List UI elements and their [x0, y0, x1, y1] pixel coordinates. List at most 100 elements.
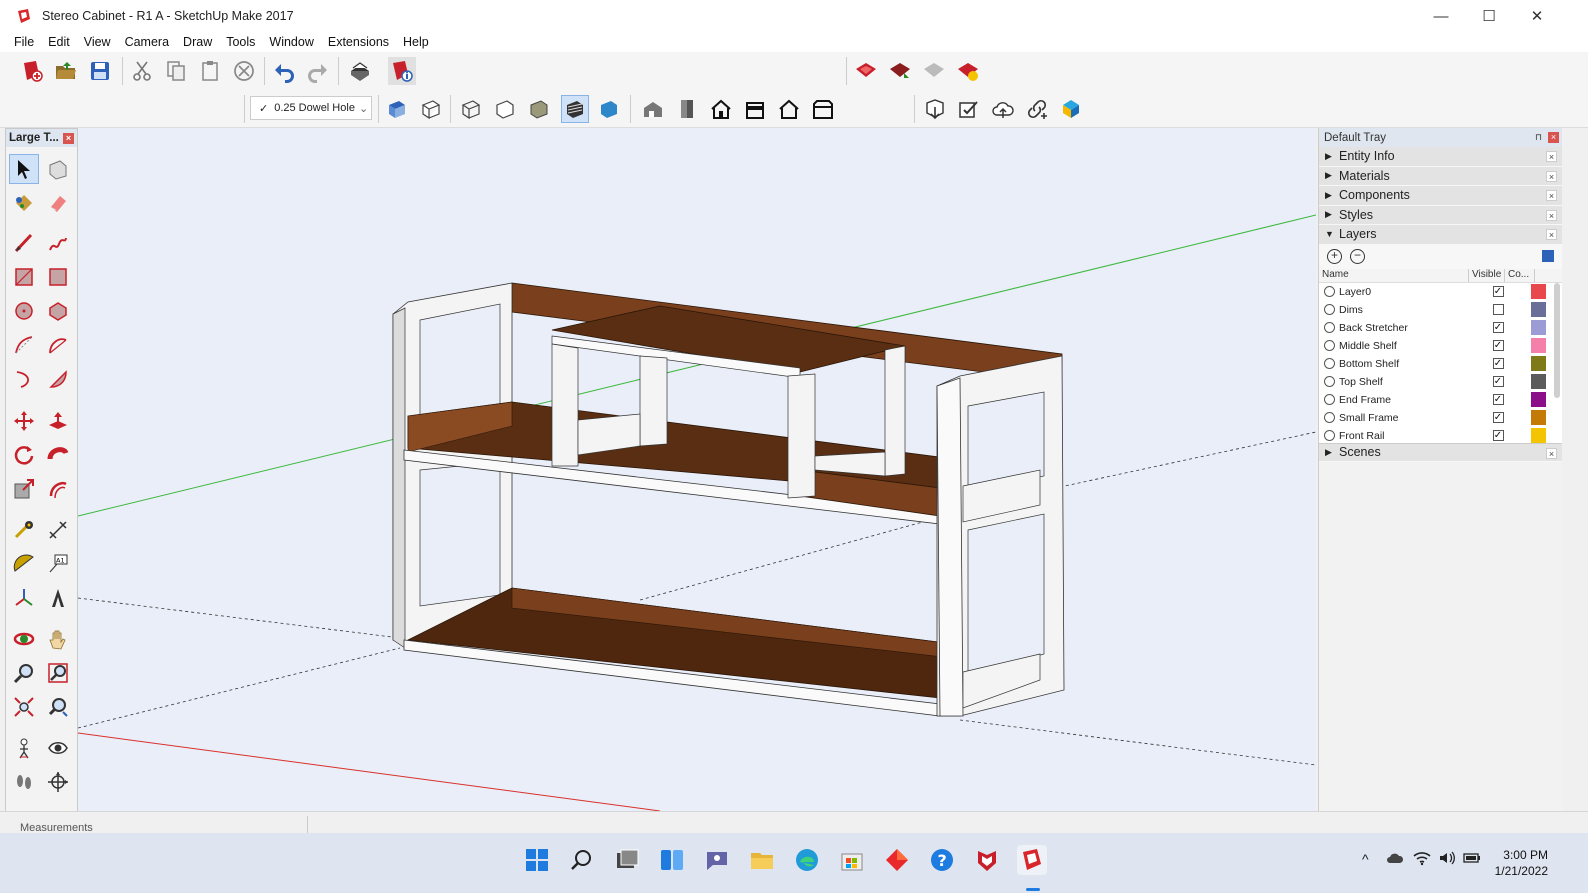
active-layer-radio[interactable]	[1324, 412, 1335, 423]
red-diamond-app-icon[interactable]	[882, 845, 912, 875]
layer-row[interactable]: Back Stretcher ✓	[1319, 319, 1562, 337]
layer-row[interactable]: Layer0 ✓	[1319, 283, 1562, 301]
extension-warehouse-icon[interactable]	[954, 57, 982, 85]
three-point-arc-icon[interactable]	[9, 364, 39, 394]
protractor-icon[interactable]	[9, 549, 39, 579]
orbit-tool-icon[interactable]	[9, 624, 39, 654]
menu-view[interactable]: View	[84, 35, 111, 49]
layer-name[interactable]: Back Stretcher	[1339, 322, 1475, 334]
shaded-textures-style-icon[interactable]	[561, 95, 589, 123]
layer-visible-checkbox[interactable]: ✓	[1492, 412, 1504, 423]
layer-visible-checkbox[interactable]: ✓	[1492, 286, 1504, 297]
3d-warehouse-icon[interactable]	[1057, 95, 1085, 123]
left-view-icon[interactable]	[809, 95, 837, 123]
shaded-style-icon[interactable]	[525, 95, 553, 123]
position-camera-icon[interactable]	[9, 733, 39, 763]
minimize-button[interactable]: —	[1418, 0, 1464, 32]
layer-row[interactable]: Small Frame ✓	[1319, 409, 1562, 427]
active-layer-radio[interactable]	[1324, 304, 1335, 315]
layer-name[interactable]: Middle Shelf	[1339, 340, 1475, 352]
layer-color-swatch[interactable]	[1531, 428, 1546, 443]
scale-tool-icon[interactable]	[9, 474, 39, 504]
layer-name[interactable]: End Frame	[1339, 394, 1475, 406]
top-view-icon[interactable]	[673, 95, 701, 123]
edge-browser-icon[interactable]	[792, 845, 822, 875]
paint-bucket-icon[interactable]	[9, 188, 39, 218]
panel-close-icon[interactable]: ×	[1546, 190, 1557, 201]
move-tool-icon[interactable]	[9, 406, 39, 436]
ruby-extension-icon[interactable]	[852, 57, 880, 85]
back-edges-style-icon[interactable]	[417, 95, 445, 123]
microsoft-store-icon[interactable]	[837, 845, 867, 875]
maximize-button[interactable]: ☐	[1466, 0, 1512, 32]
layer-name[interactable]: Small Frame	[1339, 412, 1475, 424]
active-layer-radio[interactable]	[1324, 394, 1335, 405]
active-layer-radio[interactable]	[1324, 286, 1335, 297]
teams-chat-icon[interactable]	[702, 845, 732, 875]
copy-icon[interactable]	[162, 57, 190, 85]
component-dropdown[interactable]: ✓ 0.25 Dowel Hole ⌄	[250, 96, 372, 120]
get-models-icon[interactable]	[921, 95, 949, 123]
hidden-line-style-icon[interactable]	[491, 95, 519, 123]
layer-color-swatch[interactable]	[1531, 284, 1546, 299]
extension-upload-icon[interactable]	[886, 57, 914, 85]
cloud-upload-icon[interactable]	[989, 95, 1017, 123]
start-icon[interactable]	[522, 845, 552, 875]
mcafee-icon[interactable]	[972, 845, 1002, 875]
active-layer-radio[interactable]	[1324, 340, 1335, 351]
column-name[interactable]: Name	[1319, 268, 1469, 282]
iso-view-icon[interactable]	[639, 95, 667, 123]
cut-icon[interactable]	[128, 57, 156, 85]
menu-extensions[interactable]: Extensions	[328, 35, 389, 49]
layer-row[interactable]: End Frame ✓	[1319, 391, 1562, 409]
new-file-icon[interactable]	[18, 57, 46, 85]
redo-icon[interactable]	[304, 57, 332, 85]
active-layer-radio[interactable]	[1324, 376, 1335, 387]
pin-icon[interactable]: ⊓	[1535, 132, 1542, 143]
layer-visible-checkbox[interactable]: ✓	[1492, 322, 1504, 333]
layer-row[interactable]: Middle Shelf ✓	[1319, 337, 1562, 355]
menu-draw[interactable]: Draw	[183, 35, 212, 49]
file-explorer-icon[interactable]	[747, 845, 777, 875]
panel-scenes[interactable]: ▶ Scenes ×	[1319, 442, 1562, 462]
search-icon[interactable]	[567, 845, 597, 875]
layer-color-swatch[interactable]	[1531, 320, 1546, 335]
layer-name[interactable]: Bottom Shelf	[1339, 358, 1475, 370]
rectangle-tool-icon[interactable]	[9, 262, 39, 292]
task-view-icon[interactable]	[612, 845, 642, 875]
tape-measure-icon[interactable]	[9, 515, 39, 545]
section-plane-icon[interactable]	[43, 767, 73, 797]
right-view-icon[interactable]	[741, 95, 769, 123]
eraser-icon[interactable]	[43, 188, 73, 218]
walk-tool-icon[interactable]	[9, 767, 39, 797]
active-layer-radio[interactable]	[1324, 322, 1335, 333]
add-layer-icon[interactable]: +	[1327, 249, 1342, 264]
zoom-extents-icon[interactable]	[9, 692, 39, 722]
panel-close-icon[interactable]: ×	[1546, 229, 1557, 240]
push-pull-icon[interactable]	[43, 406, 73, 436]
xray-style-icon[interactable]	[383, 95, 411, 123]
active-layer-radio[interactable]	[1324, 430, 1335, 441]
paste-icon[interactable]	[196, 57, 224, 85]
circle-tool-icon[interactable]	[9, 296, 39, 326]
select-tool-icon[interactable]	[9, 154, 39, 184]
layers-scrollbar[interactable]	[1554, 282, 1560, 398]
menu-help[interactable]: Help	[403, 35, 429, 49]
layer-row[interactable]: Dims	[1319, 301, 1562, 319]
freehand-tool-icon[interactable]	[43, 228, 73, 258]
layer-visible-checkbox[interactable]: ✓	[1492, 340, 1504, 351]
pan-tool-icon[interactable]	[43, 624, 73, 654]
dimension-tool-icon[interactable]	[43, 515, 73, 545]
polygon-tool-icon[interactable]	[43, 296, 73, 326]
panel-materials[interactable]: ▶ Materials ×	[1319, 166, 1562, 186]
link-add-icon[interactable]	[1023, 95, 1051, 123]
front-view-icon[interactable]	[707, 95, 735, 123]
back-view-icon[interactable]	[775, 95, 803, 123]
pie-tool-icon[interactable]	[43, 364, 73, 394]
monochrome-style-icon[interactable]	[595, 95, 623, 123]
print-icon[interactable]	[346, 57, 374, 85]
panel-close-icon[interactable]: ×	[1546, 209, 1557, 221]
sketchup-taskbar-icon[interactable]	[1017, 845, 1047, 875]
wifi-icon[interactable]	[1413, 850, 1431, 869]
layer-name[interactable]: Front Rail	[1339, 430, 1475, 442]
